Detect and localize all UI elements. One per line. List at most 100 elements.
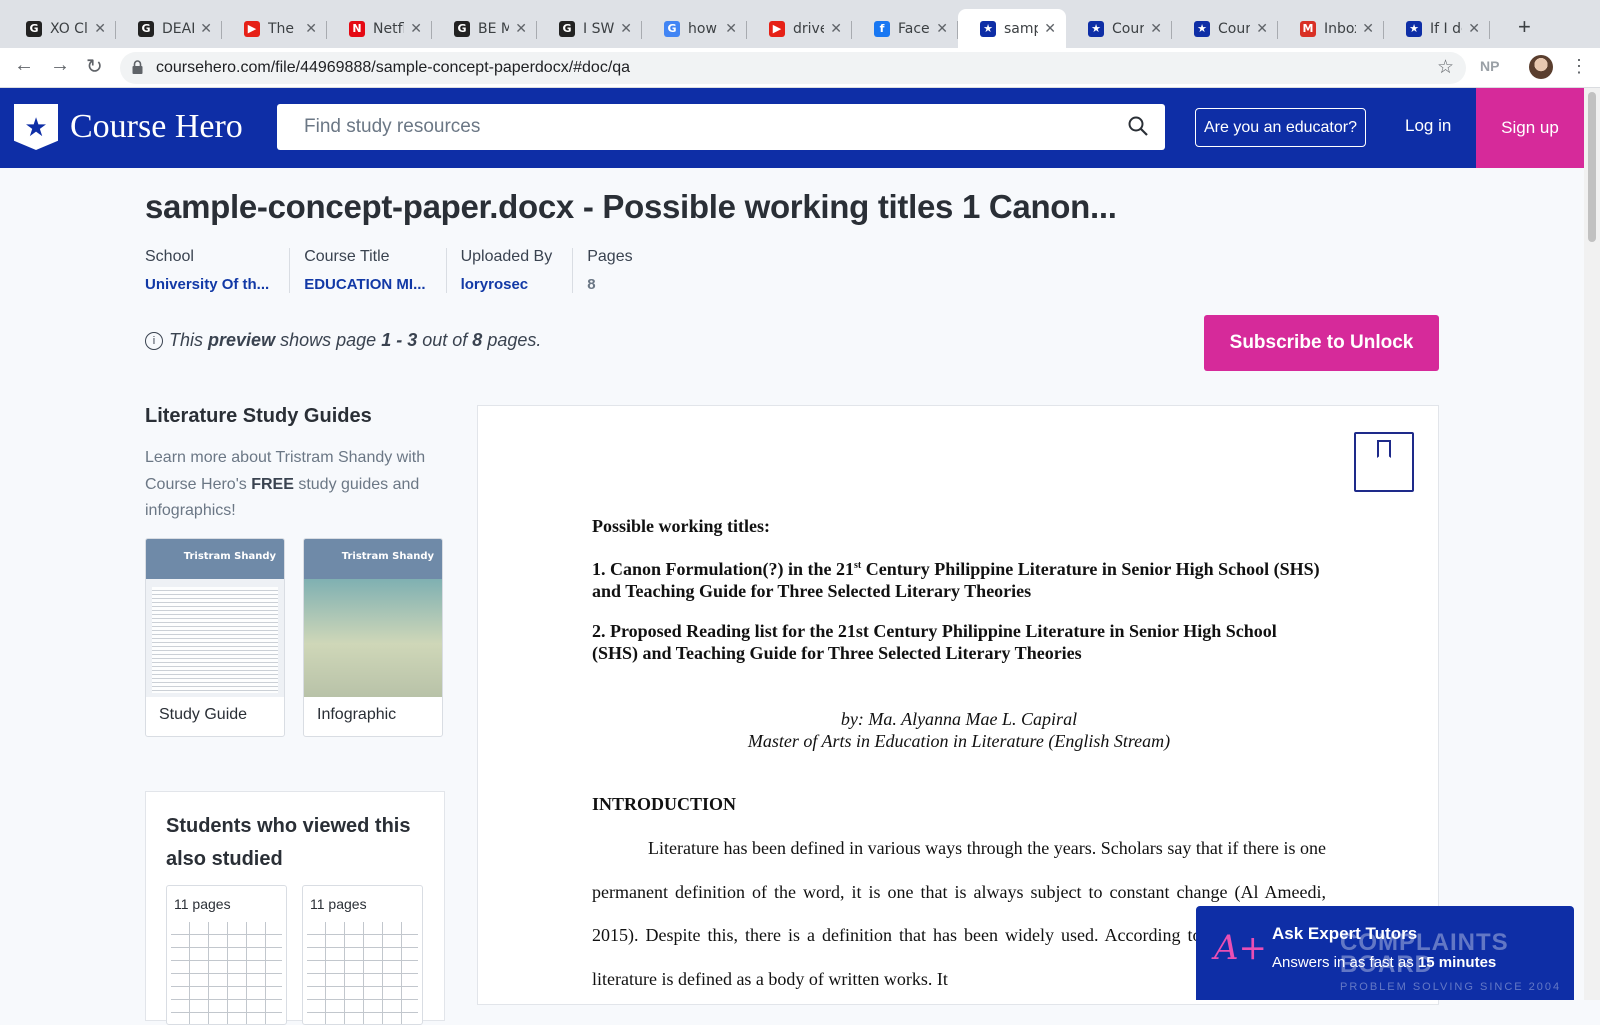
profile-avatar[interactable]: [1529, 55, 1553, 79]
page-count: 11 pages: [310, 896, 371, 912]
uploader-link[interactable]: loryrosec: [461, 276, 553, 293]
preview-text: pages.: [487, 330, 542, 350]
coursehero-icon: ★: [1406, 20, 1422, 37]
coursehero-icon: ★: [980, 20, 996, 37]
school-link[interactable]: University Of th...: [145, 276, 269, 293]
search-placeholder: Find study resources: [304, 116, 481, 137]
close-tab-icon[interactable]: ✕: [410, 21, 422, 37]
genius-icon: G: [559, 20, 575, 37]
study-guide-thumbnail: Tristram Shandy: [146, 539, 284, 697]
browser-tab[interactable]: ★ Cours ✕: [1066, 9, 1172, 48]
close-tab-icon[interactable]: ✕: [305, 21, 317, 37]
tab-title: samp: [1004, 20, 1039, 37]
close-tab-icon[interactable]: ✕: [515, 21, 527, 37]
close-tab-icon[interactable]: ✕: [1362, 21, 1374, 37]
browser-tab[interactable]: G I SWE ✕: [537, 9, 642, 48]
close-tab-icon[interactable]: ✕: [200, 21, 212, 37]
browser-tab[interactable]: f Faceb ✕: [852, 9, 958, 48]
related-document-card[interactable]: 11 pages: [166, 885, 287, 1025]
preview-text: out of: [422, 330, 468, 350]
educator-button[interactable]: Are you an educator?: [1195, 108, 1366, 147]
subscribe-button[interactable]: Subscribe to Unlock: [1204, 315, 1439, 371]
browser-tab[interactable]: ★ If I de ✕: [1384, 9, 1490, 48]
meta-pages: Pages 8: [587, 248, 652, 293]
course-link[interactable]: EDUCATION MI...: [304, 276, 425, 293]
tab-title: DEAR: [162, 20, 194, 37]
close-tab-icon[interactable]: ✕: [1150, 21, 1162, 37]
more-menu-icon[interactable]: ⋮: [1570, 56, 1588, 77]
tab-title: The R: [268, 20, 299, 37]
study-guides-description: Learn more about Tristram Shandy with Co…: [145, 445, 445, 525]
search-input[interactable]: Find study resources: [277, 104, 1165, 150]
browser-tab[interactable]: G XO Cl ✕: [4, 9, 116, 48]
close-tab-icon[interactable]: ✕: [725, 21, 737, 37]
watermark-small: PROBLEM SOLVING SINCE 2004: [1340, 981, 1562, 993]
paper-heading: Possible working titles:: [592, 516, 770, 536]
browser-tab[interactable]: ▶ The R ✕: [222, 9, 327, 48]
page-count: 11 pages: [174, 896, 235, 912]
facebook-icon: f: [874, 20, 890, 37]
tab-title: I SWE: [583, 20, 615, 37]
bookmark-button[interactable]: [1354, 432, 1414, 492]
coursehero-star-icon: ★: [14, 104, 58, 150]
preview-range: 1 - 3: [381, 330, 418, 350]
infographic-card[interactable]: Tristram Shandy Infographic: [303, 538, 443, 737]
section-heading: INTRODUCTION: [592, 794, 737, 814]
back-icon[interactable]: ←: [14, 54, 34, 77]
close-tab-icon[interactable]: ✕: [1468, 21, 1480, 37]
tab-title: Cours: [1112, 20, 1145, 37]
tab-title: Netfli: [373, 20, 404, 37]
reload-icon[interactable]: ↻: [86, 54, 103, 79]
close-tab-icon[interactable]: ✕: [936, 21, 948, 37]
preview-notice: i This preview shows page 1 - 3 out of 8…: [145, 330, 541, 351]
study-guide-card[interactable]: Tristram Shandy Study Guide: [145, 538, 285, 737]
youtube-icon: ▶: [769, 20, 785, 37]
login-link[interactable]: Log in: [1405, 116, 1451, 136]
close-tab-icon[interactable]: ✕: [1044, 21, 1056, 37]
browser-tab[interactable]: ▶ drive ✕: [747, 9, 852, 48]
browser-tab[interactable]: M Inbox ✕: [1278, 9, 1384, 48]
forward-icon[interactable]: →: [50, 54, 70, 77]
document-title: sample-concept-paper.docx - Possible wor…: [145, 188, 1117, 225]
coursehero-logo[interactable]: ★ Course Hero: [14, 104, 243, 150]
info-icon: i: [145, 331, 163, 350]
url-text: coursehero.com/file/44969888/sample-conc…: [156, 59, 631, 76]
scrollbar-thumb[interactable]: [1588, 92, 1596, 242]
close-tab-icon[interactable]: ✕: [94, 21, 106, 37]
also-studied-panel: Students who viewed this also studied 11…: [145, 791, 445, 1025]
browser-tab[interactable]: N Netfli ✕: [327, 9, 432, 48]
browser-tab[interactable]: G BE M ✕: [432, 9, 537, 48]
meta-label: School: [145, 248, 194, 265]
close-tab-icon[interactable]: ✕: [1256, 21, 1268, 37]
address-bar[interactable]: coursehero.com/file/44969888/sample-conc…: [120, 52, 1466, 84]
browser-toolbar: ← → ↻ coursehero.com/file/44969888/sampl…: [0, 48, 1600, 88]
page-scrollbar[interactable]: [1584, 88, 1600, 1000]
extension-icon[interactable]: NP: [1480, 58, 1499, 74]
meta-label: Course Title: [304, 248, 390, 265]
working-title-1: 1. Canon Formulation(?) in the 21st Cent…: [592, 555, 1326, 602]
card-label: Study Guide: [159, 706, 248, 723]
working-title-2: 2. Proposed Reading list for the 21st Ce…: [592, 621, 1277, 663]
search-icon[interactable]: [1127, 115, 1149, 137]
netflix-icon: N: [349, 20, 365, 37]
browser-tab[interactable]: G DEAR ✕: [116, 9, 222, 48]
close-tab-icon[interactable]: ✕: [830, 21, 842, 37]
byline: by: Ma. Alyanna Mae L. Capiral Master of…: [592, 708, 1326, 752]
browser-tab[interactable]: Ghow t ✕: [642, 9, 747, 48]
preview-text: This: [169, 330, 204, 350]
bookmark-star-icon[interactable]: ☆: [1437, 56, 1454, 79]
meta-label: Pages: [587, 248, 633, 265]
browser-tab-bar: + G XO Cl ✕ G DEAR ✕ ▶ The R ✕ N Netfli ✕ G BE M ✕ G I S…: [0, 0, 1600, 48]
preview-total: 8: [472, 330, 483, 350]
desc-bold: FREE: [251, 475, 294, 493]
tab-title: Faceb: [898, 20, 930, 37]
tab-title: Cours: [1218, 20, 1251, 37]
browser-tab[interactable]: ★ samp ✕: [958, 9, 1066, 48]
close-tab-icon[interactable]: ✕: [620, 21, 632, 37]
browser-tab[interactable]: ★ Cours ✕: [1172, 9, 1278, 48]
related-document-card[interactable]: 11 pages: [302, 885, 423, 1025]
new-tab-button[interactable]: +: [1518, 14, 1531, 40]
tab-title: BE M: [478, 20, 510, 37]
signup-button[interactable]: Sign up: [1476, 88, 1584, 168]
watermark: COMPLAINTS BOARD PROBLEM SOLVING SINCE 2…: [1340, 931, 1562, 998]
